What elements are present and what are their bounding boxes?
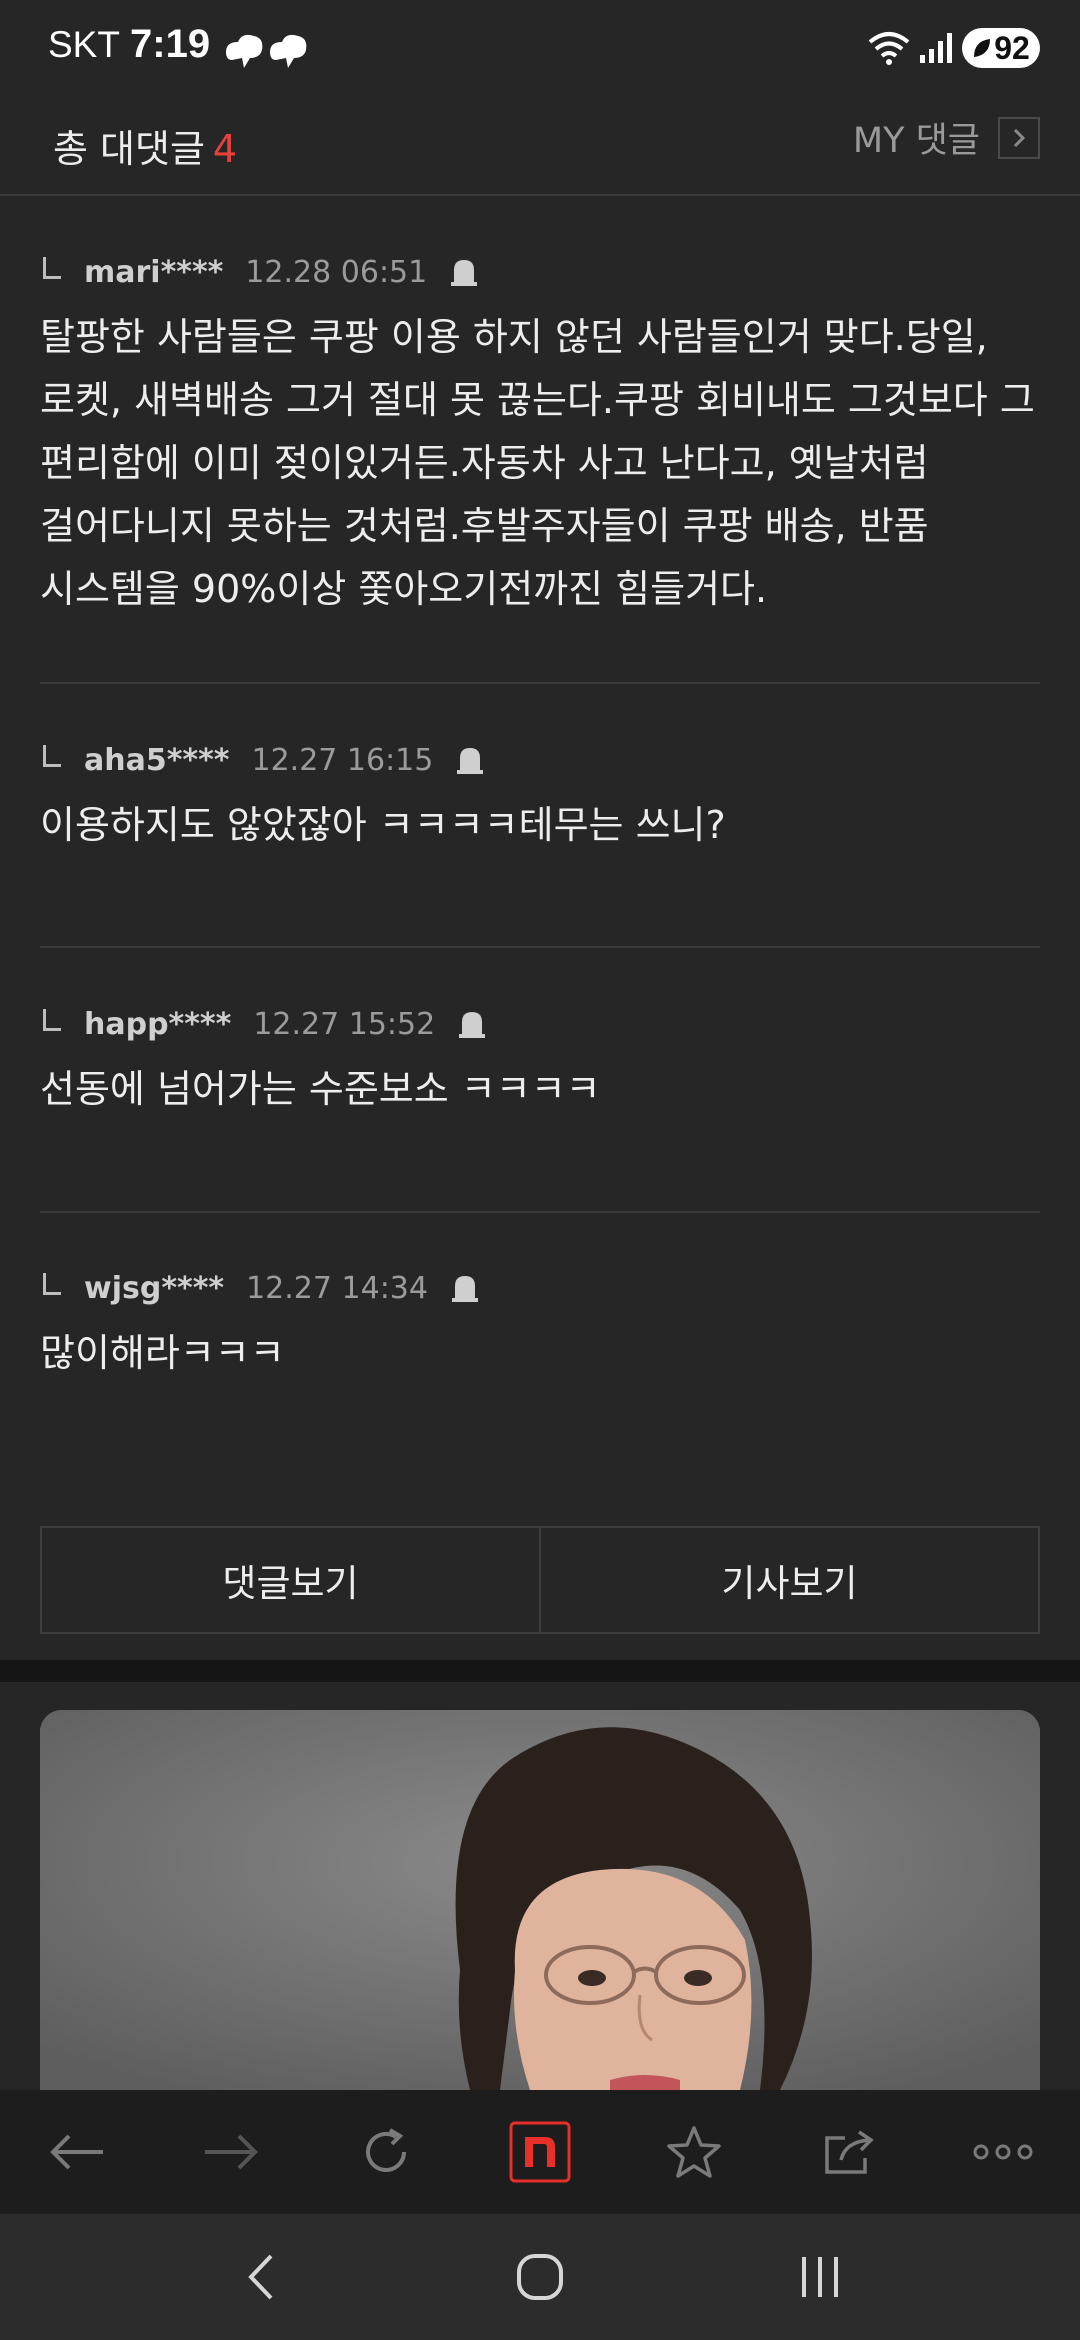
refresh-icon: [365, 2128, 406, 2172]
thread-notification-icon: [224, 30, 314, 74]
section-divider: [0, 1660, 1080, 1682]
comment-item: aha5**** 12.27 16:15 이용하지도 않았잖아 ㅋㅋㅋㅋ테무는 …: [40, 738, 1040, 857]
comment-meta: mari**** 12.28 06:51: [40, 250, 1040, 294]
system-nav-bar: [0, 2214, 1080, 2340]
wifi-icon: [868, 32, 910, 65]
comment-username[interactable]: wjsg****: [84, 1271, 224, 1306]
replies-count: 4: [212, 127, 238, 171]
reply-arrow-icon: [40, 1273, 66, 1303]
clock: 7:19: [130, 22, 211, 66]
replies-header: 총 대댓글 4 MY 댓글: [0, 100, 1080, 196]
system-home-button[interactable]: [480, 2227, 600, 2327]
comment-actions: 댓글보기 기사보기: [40, 1526, 1040, 1634]
share-icon: [824, 2130, 874, 2174]
comment-item: wjsg**** 12.27 14:34 많이해라ㅋㅋㅋ: [40, 1266, 1040, 1385]
view-comments-button[interactable]: 댓글보기: [42, 1528, 539, 1632]
share-button[interactable]: [794, 2102, 904, 2202]
naver-home-icon: [509, 2121, 571, 2183]
refresh-button[interactable]: [331, 2102, 441, 2202]
browser-toolbar: [0, 2090, 1080, 2214]
system-recents-button[interactable]: [760, 2227, 880, 2327]
star-icon: [667, 2126, 722, 2178]
back-button[interactable]: [22, 2102, 132, 2202]
my-comments-button[interactable]: MY 댓글: [853, 112, 1040, 163]
carrier-label: SKT: [48, 24, 120, 65]
battery-indicator: 92: [962, 28, 1040, 68]
siren-icon[interactable]: [449, 256, 479, 288]
comment-date: 12.27 14:34: [246, 1270, 428, 1306]
comment-meta: wjsg**** 12.27 14:34: [40, 1266, 1040, 1310]
comment-username[interactable]: happ****: [84, 1007, 231, 1042]
replies-title: 총 대댓글 4: [53, 118, 237, 173]
battery-level: 92: [994, 29, 1030, 66]
status-icons: 92: [868, 28, 1040, 68]
replies-title-label: 총 대댓글: [53, 127, 205, 171]
reply-arrow-icon: [40, 745, 66, 775]
article-photo-card[interactable]: [40, 1710, 1040, 2090]
leaf-icon: [974, 39, 991, 57]
divider: [40, 682, 1040, 684]
comment-meta: aha5**** 12.27 16:15: [40, 738, 1040, 782]
forward-button[interactable]: [176, 2102, 286, 2202]
siren-icon[interactable]: [457, 1008, 487, 1040]
system-back-button[interactable]: [200, 2227, 320, 2327]
comment-meta: happ**** 12.27 15:52: [40, 1002, 1040, 1046]
reply-arrow-icon: [40, 257, 66, 287]
article-photo: [40, 1710, 1040, 2090]
naver-home-button[interactable]: [485, 2102, 595, 2202]
comment-text: 많이해라ㅋㅋㅋ: [40, 1331, 285, 1375]
forward-arrow-icon: [205, 2134, 259, 2170]
comment-text: 이용하지도 않았잖아 ㅋㅋㅋㅋ테무는 쓰니?: [40, 803, 726, 847]
nav-back-icon: [248, 2254, 273, 2300]
bookmark-button[interactable]: [639, 2102, 749, 2202]
comment-username[interactable]: aha5****: [84, 743, 229, 778]
back-arrow-icon: [50, 2134, 104, 2170]
my-comments-label: MY 댓글: [852, 121, 980, 161]
more-button[interactable]: [948, 2102, 1058, 2202]
nav-recents-icon: [802, 2257, 838, 2297]
more-icon: [973, 2144, 1033, 2160]
divider: [40, 946, 1040, 948]
comment-date: 12.28 06:51: [245, 254, 428, 290]
signal-icon: [920, 33, 952, 63]
reply-arrow-icon: [40, 1009, 66, 1039]
siren-icon[interactable]: [450, 1272, 480, 1304]
siren-icon[interactable]: [455, 744, 485, 776]
comment-username[interactable]: mari****: [84, 255, 223, 290]
chevron-right-icon: [998, 116, 1040, 159]
status-bar: SKT 7:19 92: [0, 0, 1080, 100]
comment-text: 탈팡한 사람들은 쿠팡 이용 하지 않던 사람들인거 맞다.당일, 로켓, 새벽…: [40, 315, 1035, 611]
comment-date: 12.27 15:52: [253, 1006, 436, 1042]
comment-item: mari**** 12.28 06:51 탈팡한 사람들은 쿠팡 이용 하지 않…: [40, 250, 1040, 621]
divider: [40, 1211, 1040, 1213]
view-article-button[interactable]: 기사보기: [539, 1528, 1038, 1632]
comment-item: happ**** 12.27 15:52 선동에 넘어가는 수준보소 ㅋㅋㅋㅋ: [40, 1002, 1040, 1121]
comment-date: 12.27 16:15: [251, 742, 434, 778]
nav-home-icon: [517, 2254, 563, 2300]
comment-text: 선동에 넘어가는 수준보소 ㅋㅋㅋㅋ: [40, 1067, 601, 1111]
